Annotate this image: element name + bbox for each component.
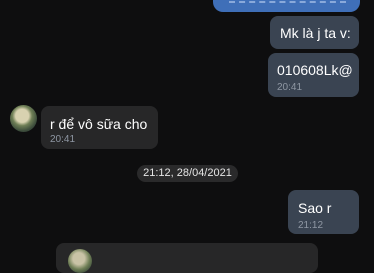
contact-avatar[interactable] — [68, 249, 92, 273]
outgoing-message-bubble[interactable]: Sao r 21:12 — [288, 190, 359, 234]
message-text: r để vô sữa cho — [50, 116, 148, 132]
outgoing-message-bubble[interactable]: 010608Lk@ 20:41 — [268, 53, 359, 97]
date-separator: 21:12, 28/04/2021 — [137, 165, 238, 182]
contact-avatar[interactable] — [10, 105, 37, 132]
message-timestamp: 20:41 — [50, 134, 76, 145]
outgoing-highlighted-bubble[interactable] — [213, 0, 360, 12]
incoming-message-bubble-partial[interactable] — [56, 243, 318, 273]
bubble-content-fragment — [229, 1, 346, 5]
message-timestamp: 21:12 — [298, 220, 324, 231]
message-text: 010608Lk@ — [277, 62, 353, 78]
incoming-message-bubble[interactable]: r để vô sữa cho 20:41 — [41, 106, 158, 149]
message-text: Sao r — [298, 200, 332, 216]
message-timestamp: 20:41 — [277, 82, 303, 93]
message-text: Mk là j ta v: — [280, 25, 351, 41]
outgoing-message-bubble[interactable]: Mk là j ta v: — [270, 16, 359, 49]
